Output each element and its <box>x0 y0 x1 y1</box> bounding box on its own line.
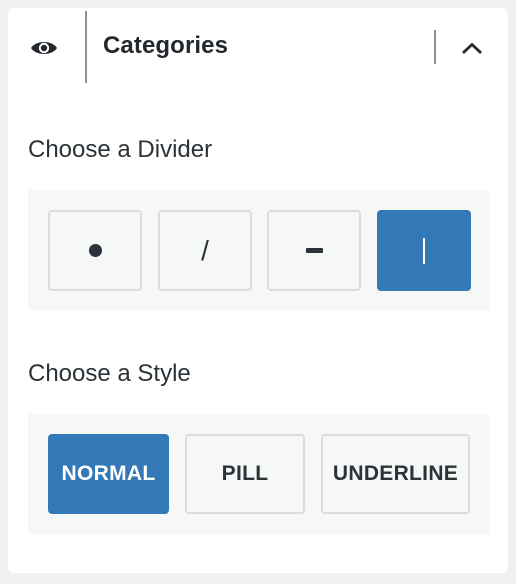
dash-divider-glyph <box>305 248 323 253</box>
pipe-divider-glyph <box>423 237 425 264</box>
header-divider <box>85 11 87 83</box>
slash-divider-glyph: / <box>201 234 209 266</box>
collapse-panel-button[interactable] <box>456 34 488 62</box>
style-option-normal[interactable]: NORMAL <box>48 434 169 514</box>
divider-option-pipe[interactable] <box>377 210 471 291</box>
panel-title: Categories <box>103 32 229 59</box>
style-option-group: NORMAL PILL UNDERLINE <box>28 414 490 534</box>
divider-option-group: / <box>28 190 490 310</box>
categories-panel: Categories Choose a Divider / Choose a S… <box>8 8 508 573</box>
style-section-label: Choose a Style <box>28 360 191 387</box>
visibility-toggle-button[interactable] <box>26 34 62 62</box>
divider-option-dot[interactable] <box>48 210 142 291</box>
divider-section-label: Choose a Divider <box>28 136 213 163</box>
divider-option-slash[interactable]: / <box>158 210 252 291</box>
divider-option-dash[interactable] <box>267 210 361 291</box>
chevron-up-icon <box>462 42 482 54</box>
header-divider <box>434 30 436 64</box>
style-option-pill[interactable]: PILL <box>185 434 305 514</box>
style-option-underline[interactable]: UNDERLINE <box>321 434 470 514</box>
panel-header: Categories <box>8 8 508 84</box>
eye-icon <box>31 42 57 54</box>
dot-divider-glyph <box>88 244 102 257</box>
